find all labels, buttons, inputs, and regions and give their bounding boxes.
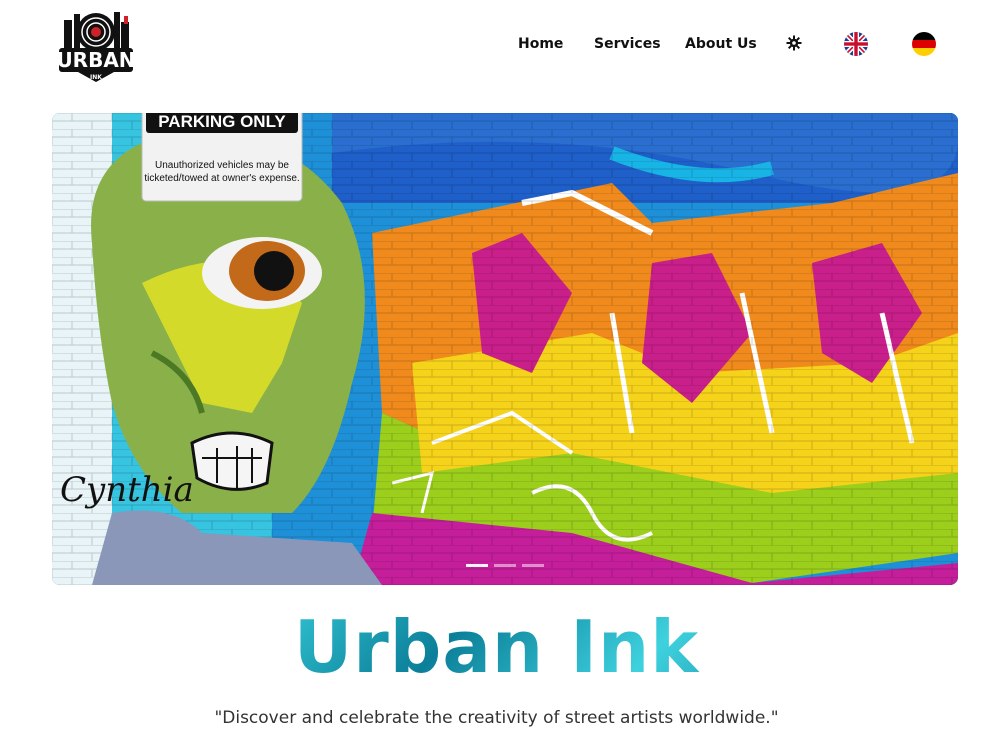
logo-subtext: INK (90, 74, 102, 81)
sign-text-line-1: Unauthorized vehicles may be (155, 160, 289, 171)
language-english-button[interactable] (844, 32, 868, 56)
sign-text-line-2: ticketed/towed at owner's expense. (144, 173, 299, 184)
sign-title: PARKING ONLY (158, 113, 286, 131)
theme-toggle-gear-icon[interactable] (786, 35, 802, 51)
page: URBAN INK Home Services About Us Cynthia… (0, 0, 993, 751)
nav-home[interactable]: Home (518, 36, 563, 52)
tagline: "Discover and celebrate the creativity o… (214, 708, 779, 728)
page-title: Urban Ink (0, 602, 993, 692)
uk-flag-icon (844, 32, 868, 56)
main-navigation: Home Services About Us (0, 26, 993, 62)
carousel-indicator-1[interactable] (466, 564, 488, 567)
nav-about-us[interactable]: About Us (685, 36, 757, 52)
graffiti-wall-image: Cynthia PARKING ONLY Unauthorized vehicl… (52, 113, 958, 585)
language-german-button[interactable] (912, 32, 936, 56)
svg-text:Cynthia: Cynthia (60, 470, 194, 510)
nav-services[interactable]: Services (594, 36, 661, 52)
carousel-indicator-3[interactable] (522, 564, 544, 567)
carousel-indicators (52, 564, 958, 567)
gear-icon (786, 35, 802, 51)
hero-carousel[interactable]: Cynthia PARKING ONLY Unauthorized vehicl… (52, 113, 958, 585)
german-flag-icon (912, 32, 936, 56)
carousel-indicator-2[interactable] (494, 564, 516, 567)
